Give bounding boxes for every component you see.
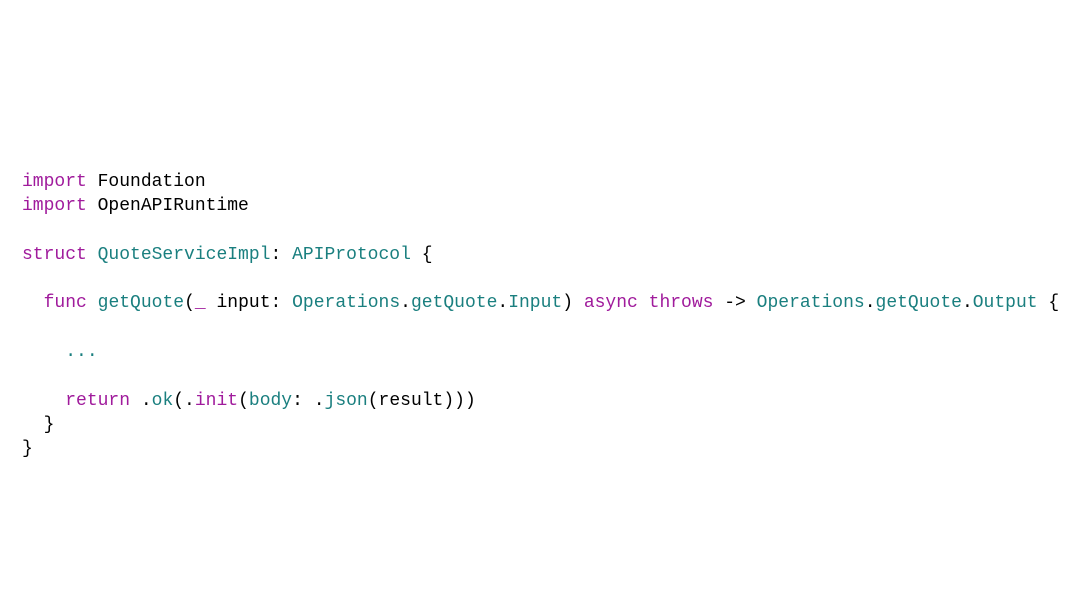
code-token: APIProtocol [292, 245, 411, 265]
code-token: return [65, 391, 130, 411]
code-token [22, 342, 65, 362]
code-token: (. [173, 391, 195, 411]
code-token: ok [152, 391, 174, 411]
code-token: . [497, 293, 508, 313]
code-token: Operations [757, 293, 865, 313]
code-token: OpenAPIRuntime [87, 196, 249, 216]
code-token: Input [508, 293, 562, 313]
code-token [87, 245, 98, 265]
code-token: import [22, 172, 87, 192]
code-token: } [22, 439, 33, 459]
code-token: ( [238, 391, 249, 411]
code-token: } [22, 415, 54, 435]
code-token: func [44, 293, 87, 313]
code-token [638, 293, 649, 313]
code-token: Foundation [87, 172, 206, 192]
code-token: ( [184, 293, 195, 313]
code-token: QuoteServiceImpl [98, 245, 271, 265]
code-token: getQuote [876, 293, 962, 313]
code-token: ) [562, 293, 584, 313]
code-token: . [130, 391, 152, 411]
code-token: . [865, 293, 876, 313]
code-token: getQuote [411, 293, 497, 313]
code-token: async [584, 293, 638, 313]
code-token: body [249, 391, 292, 411]
code-token [22, 391, 65, 411]
code-token: { [1038, 293, 1060, 313]
code-token [22, 293, 44, 313]
code-token: . [962, 293, 973, 313]
code-token: json [325, 391, 368, 411]
code-token: throws [649, 293, 714, 313]
code-token [87, 293, 98, 313]
code-token: init [195, 391, 238, 411]
code-token: getQuote [98, 293, 184, 313]
code-token: import [22, 196, 87, 216]
code-token: _ [195, 293, 206, 313]
code-token: input: [206, 293, 292, 313]
code-token: : [270, 245, 292, 265]
code-token: Output [973, 293, 1038, 313]
code-token: . [400, 293, 411, 313]
code-token: : . [292, 391, 324, 411]
code-token: (result))) [368, 391, 476, 411]
code-token: { [411, 245, 433, 265]
code-token: struct [22, 245, 87, 265]
code-snippet: import Foundation import OpenAPIRuntime … [22, 170, 1080, 462]
code-token: ... [65, 342, 97, 362]
code-token: -> [713, 293, 756, 313]
code-token: Operations [292, 293, 400, 313]
